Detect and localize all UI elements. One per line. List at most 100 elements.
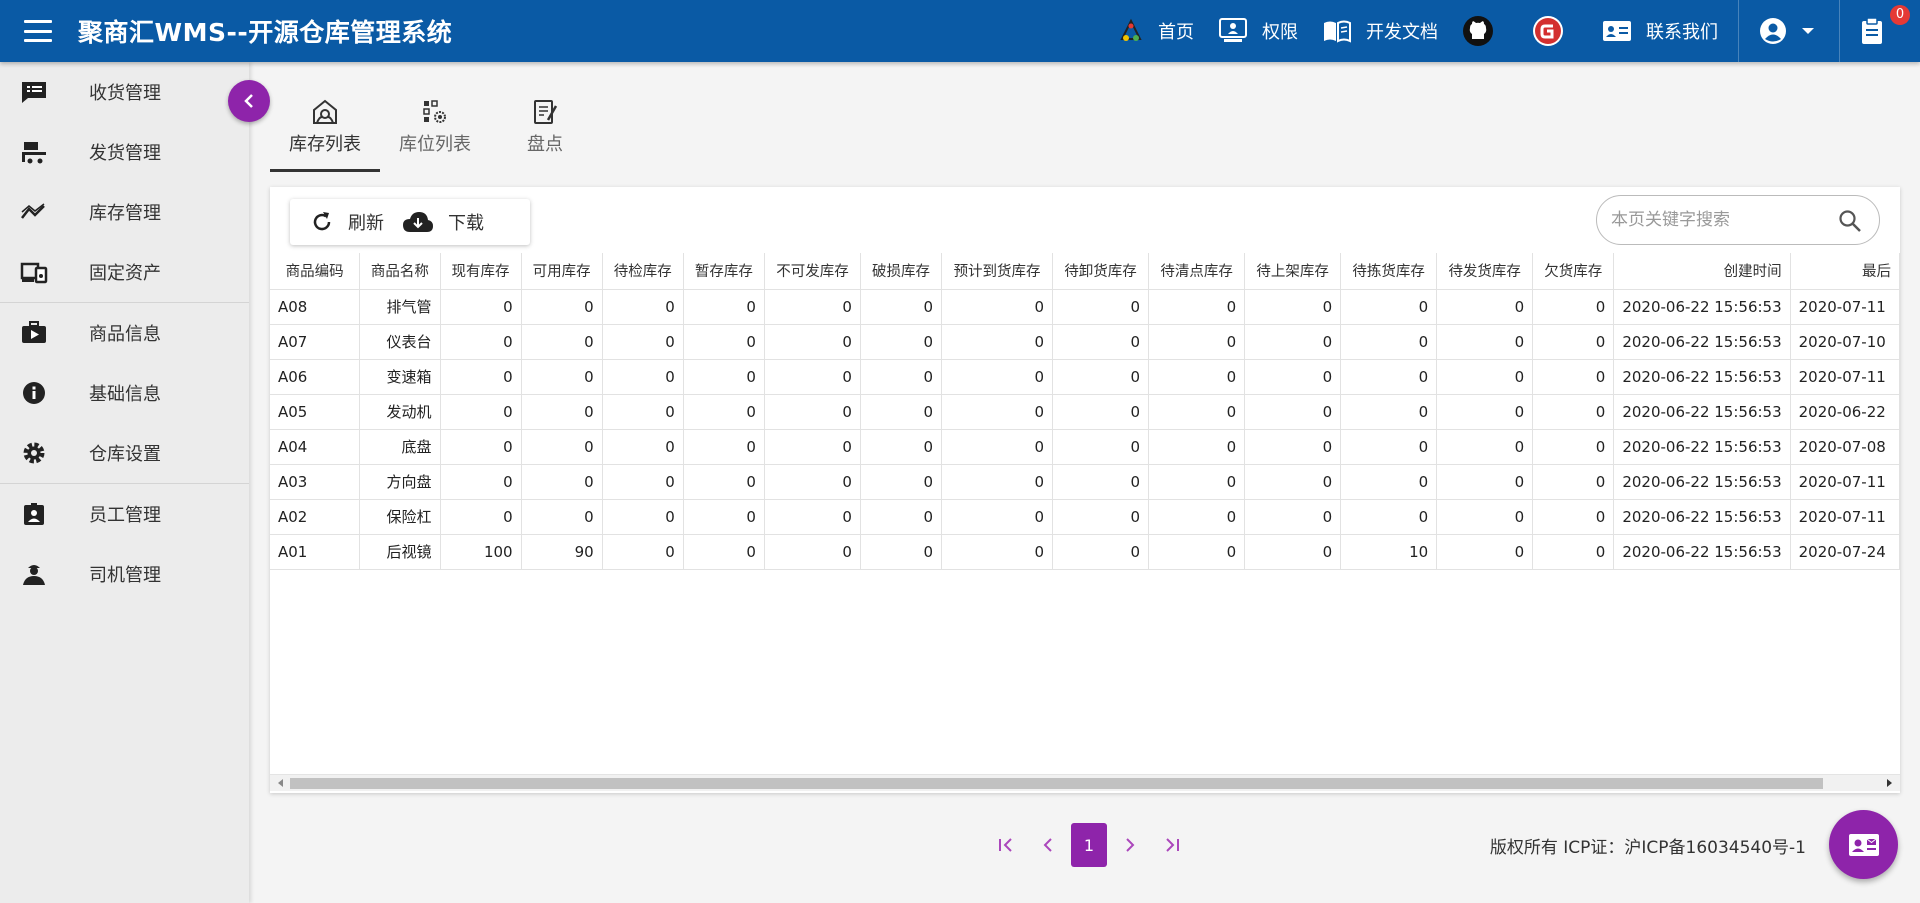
column-header[interactable]: 商品编码 <box>270 253 361 290</box>
nav-gitee[interactable] <box>1520 0 1590 62</box>
table-cell: 0 <box>1148 394 1246 430</box>
table-cell: 0 <box>1052 324 1150 360</box>
table-cell: 0 <box>1340 324 1438 360</box>
truck-loading-icon <box>22 142 46 164</box>
column-header[interactable]: 不可发库存 <box>764 253 861 290</box>
table-row[interactable]: A05 发动机 0 0 0 0 0 0 0 0 0 0 0 0 0 2020-06-22 15:56:53 20… <box>270 394 1900 430</box>
horizontal-scrollbar[interactable] <box>270 774 1900 791</box>
scroll-right-icon[interactable] <box>1887 779 1892 787</box>
table-row[interactable]: A06 变速箱 0 0 0 0 0 0 0 0 0 0 0 0 0 2020-06-22 15:56:53 20… <box>270 359 1900 395</box>
next-page-button[interactable] <box>1109 823 1151 867</box>
search-icon[interactable] <box>1837 208 1863 234</box>
nav-docs[interactable]: 开发文档 <box>1310 0 1450 62</box>
last-page-button[interactable] <box>1151 823 1193 867</box>
table-cell: A06 <box>270 359 361 395</box>
column-header[interactable]: 待清点库存 <box>1148 253 1246 290</box>
table-cell: 0 <box>440 499 522 535</box>
table-cell: 0 <box>764 499 861 535</box>
sidebar-item-receiving[interactable]: 收货管理 <box>0 62 249 122</box>
column-header[interactable]: 最后 <box>1790 253 1900 290</box>
column-header[interactable]: 待发货库存 <box>1436 253 1534 290</box>
table-cell: 0 <box>1052 359 1150 395</box>
nav-home[interactable]: 首页 <box>1106 0 1206 62</box>
table-cell: A05 <box>270 394 361 430</box>
table-cell: 0 <box>1436 499 1534 535</box>
sidebar-item-label: 发货管理 <box>89 143 161 164</box>
column-header[interactable]: 待上架库存 <box>1244 253 1342 290</box>
table-row[interactable]: A08 排气管 0 0 0 0 0 0 0 0 0 0 0 0 0 2020-06-22 15:56:53 20… <box>270 289 1900 325</box>
table-cell: 0 <box>1052 499 1150 535</box>
table-cell: 2020-06-22 <box>1790 394 1900 430</box>
column-header[interactable]: 待拣货库存 <box>1340 253 1438 290</box>
table-cell: 2020-07-11 <box>1790 359 1900 395</box>
user-menu[interactable] <box>1747 0 1831 62</box>
devices-icon <box>20 262 48 284</box>
sidebar-item-basic-info[interactable]: 基础信息 <box>0 363 249 423</box>
sidebar-item-inventory[interactable]: 库存管理 <box>0 182 249 242</box>
column-header[interactable]: 商品名称 <box>359 253 441 290</box>
table-cell: 0 <box>941 534 1054 570</box>
location-grid-icon <box>423 100 446 123</box>
sidebar-item-drivers[interactable]: 司机管理 <box>0 544 249 604</box>
current-page[interactable]: 1 <box>1071 823 1107 867</box>
table-row[interactable]: A01 后视镜 100 90 0 0 0 0 0 0 0 0 10 0 0 2020-06-22 15:56:… <box>270 534 1900 570</box>
sidebar-item-label: 库存管理 <box>89 203 161 224</box>
column-header[interactable]: 暂存库存 <box>683 253 765 290</box>
tab-inventory-list[interactable]: 库存列表 <box>270 92 380 172</box>
nav-home-label: 首页 <box>1158 22 1194 43</box>
column-header[interactable]: 破损库存 <box>860 253 943 290</box>
column-header[interactable]: 现有库存 <box>440 253 522 290</box>
github-icon <box>1463 16 1493 46</box>
table-cell: 0 <box>1436 429 1534 465</box>
account-circle-icon <box>1760 18 1786 44</box>
nav-permission[interactable]: 权限 <box>1206 0 1310 62</box>
column-header[interactable]: 待检库存 <box>602 253 684 290</box>
first-page-icon <box>999 838 1012 852</box>
table-cell: A08 <box>270 289 361 325</box>
table-row[interactable]: A03 方向盘 0 0 0 0 0 0 0 0 0 0 0 0 0 2020-06-22 15:56:53 20… <box>270 464 1900 500</box>
column-header[interactable]: 预计到货库存 <box>941 253 1054 290</box>
sidebar-collapse-button[interactable] <box>228 80 270 122</box>
nav-contact-label: 联系我们 <box>1646 22 1718 43</box>
table-cell: 0 <box>1436 394 1534 430</box>
scroll-left-icon[interactable] <box>278 779 283 787</box>
sidebar-item-product-info[interactable]: 商品信息 <box>0 303 249 363</box>
sidebar-item-employees[interactable]: 员工管理 <box>0 484 249 544</box>
table-cell: 0 <box>521 394 603 430</box>
tab-location-list[interactable]: 库位列表 <box>380 92 490 172</box>
permission-icon <box>1219 18 1247 42</box>
table-cell: 0 <box>941 359 1054 395</box>
sidebar-item-fixed-assets[interactable]: 固定资产 <box>0 242 249 302</box>
first-page-button[interactable] <box>985 823 1027 867</box>
table-cell: 0 <box>602 534 684 570</box>
table-cell: 0 <box>683 429 765 465</box>
nav-github[interactable] <box>1450 0 1520 62</box>
inventory-table-container: 商品编码 商品名称 现有库存 可用库存 待检库存 暂存库存 不可发库存 破损库存 预计到货库存待… <box>270 253 1900 773</box>
table-cell: 0 <box>602 464 684 500</box>
column-header[interactable]: 创建时间 <box>1613 253 1791 290</box>
table-cell: 方向盘 <box>359 464 441 500</box>
table-row[interactable]: A07 仪表台 0 0 0 0 0 0 0 0 0 0 0 0 0 2020-06-22 15:56:53 20… <box>270 324 1900 360</box>
table-row[interactable]: A04 底盘 0 0 0 0 0 0 0 0 0 0 0 0 0 2020-06-22 15:56:53 202… <box>270 429 1900 465</box>
toolbar: 刷新 下载 <box>290 199 530 245</box>
notification-button[interactable]: 0 <box>1848 0 1920 62</box>
table-cell: 0 <box>1148 359 1246 395</box>
prev-page-button[interactable] <box>1027 823 1069 867</box>
download-button[interactable]: 下载 <box>402 199 502 245</box>
column-header[interactable]: 待卸货库存 <box>1052 253 1150 290</box>
nav-contact[interactable]: 联系我们 <box>1590 0 1730 62</box>
column-header[interactable]: 欠货库存 <box>1532 253 1615 290</box>
menu-icon[interactable] <box>24 20 52 42</box>
table-row[interactable]: A02 保险杠 0 0 0 0 0 0 0 0 0 0 0 0 0 2020-06-22 15:56:53 20… <box>270 499 1900 535</box>
tab-stocktake[interactable]: 盘点 <box>490 92 600 172</box>
sidebar-item-warehouse-settings[interactable]: 仓库设置 <box>0 423 249 483</box>
table-cell: 0 <box>1052 394 1150 430</box>
sidebar-item-shipping[interactable]: 发货管理 <box>0 122 249 182</box>
table-cell: 0 <box>440 324 522 360</box>
refresh-button[interactable]: 刷新 <box>290 199 402 245</box>
inventory-panel: 刷新 下载 商品编码商品名称现有库存可用库存待检库存暂存库存不可发库存破损库存预… <box>270 187 1900 793</box>
search-input[interactable] <box>1611 210 1831 230</box>
contact-fab-button[interactable] <box>1829 810 1898 879</box>
column-header[interactable]: 可用库存 <box>521 253 603 290</box>
scrollbar-thumb[interactable] <box>290 778 1823 789</box>
